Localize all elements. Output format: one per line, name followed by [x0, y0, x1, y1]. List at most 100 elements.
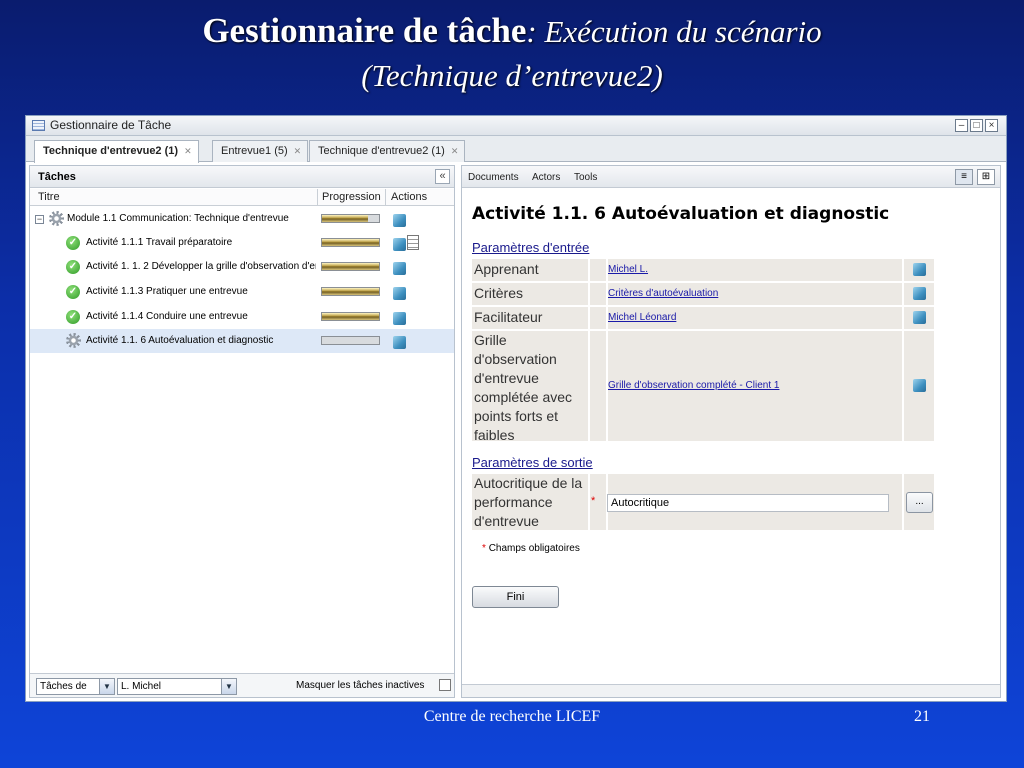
- inputs-heading[interactable]: Paramètres d'entrée: [472, 240, 589, 255]
- menu-actors[interactable]: Actors: [532, 172, 560, 183]
- run-action-cube-icon[interactable]: [393, 312, 406, 325]
- check-icon: ✓: [66, 236, 80, 250]
- param-value-link[interactable]: Critères d'autoévaluation: [608, 288, 718, 299]
- param-label: Autocritique de la performance d'entrevu…: [474, 475, 583, 529]
- document-icon[interactable]: [407, 235, 419, 250]
- horizontal-scrollbar[interactable]: [462, 684, 1000, 697]
- task-row[interactable]: ✓ Activité 1.1.1 Travail préparatoire: [30, 231, 454, 255]
- run-action-cube-icon[interactable]: [393, 336, 406, 349]
- check-icon: ✓: [66, 310, 80, 324]
- tasks-panel-header: Tâches «: [30, 166, 454, 188]
- user-select[interactable]: L. Michel ▼: [117, 678, 237, 695]
- run-action-cube-icon[interactable]: [393, 262, 406, 275]
- required-note-text: Champs obligatoires: [488, 543, 580, 554]
- tab-close-icon[interactable]: ✕: [451, 146, 459, 157]
- menu-documents[interactable]: Documents: [468, 172, 519, 183]
- activity-title: Activité 1.1. 6 Autoévaluation et diagno…: [472, 204, 890, 224]
- hide-inactive-checkbox[interactable]: [439, 679, 451, 691]
- input-parameters-table: Apprenant Michel L. Critères Critères d'…: [472, 259, 934, 443]
- app-icon: [32, 120, 45, 131]
- tab-label: Technique d'entrevue2 (1): [43, 145, 179, 157]
- param-row-autocritique: Autocritique de la performance d'entrevu…: [472, 474, 934, 530]
- column-title[interactable]: Titre: [38, 191, 60, 203]
- column-actions[interactable]: Actions: [391, 191, 427, 203]
- outputs-heading[interactable]: Paramètres de sortie: [472, 455, 593, 470]
- task-filter-value: Tâches de: [40, 681, 87, 692]
- param-value-link[interactable]: Michel Léonard: [608, 312, 676, 323]
- tasks-panel: Tâches « Titre Progression Actions − Mod…: [29, 165, 455, 698]
- task-row-selected[interactable]: Activité 1.1. 6 Autoévaluation et diagno…: [30, 329, 454, 353]
- done-button[interactable]: Fini: [472, 586, 559, 608]
- browse-button[interactable]: ...: [906, 492, 933, 513]
- tab-technique-entrevue2[interactable]: Technique d'entrevue2 (1) ✕: [309, 140, 466, 162]
- task-filter-select[interactable]: Tâches de ▼: [36, 678, 115, 695]
- maximize-button[interactable]: □: [970, 119, 983, 132]
- window-titlebar: Gestionnaire de Tâche – □ ×: [26, 116, 1006, 136]
- run-action-cube-icon[interactable]: [393, 214, 406, 227]
- param-action-cube-icon[interactable]: [913, 311, 926, 324]
- task-name: Activité 1.1.4 Conduire une entrevue: [86, 311, 248, 322]
- tasks-panel-title: Tâches: [38, 171, 76, 183]
- param-value-link[interactable]: Michel L.: [608, 264, 648, 275]
- progress-fill: [322, 288, 379, 295]
- param-action-cube-icon[interactable]: [913, 263, 926, 276]
- progress-fill: [322, 239, 379, 246]
- param-action-cube-icon[interactable]: [913, 379, 926, 392]
- required-fields-note: * Champs obligatoires: [482, 543, 580, 554]
- param-row-criteres: Critères Critères d'autoévaluation: [472, 283, 934, 305]
- tab-label: Technique d'entrevue2 (1): [318, 145, 445, 157]
- autocritique-input[interactable]: [607, 494, 889, 512]
- chevron-down-icon[interactable]: ▼: [99, 679, 114, 694]
- progress-bar: [321, 262, 380, 271]
- user-select-value: L. Michel: [121, 681, 162, 692]
- progress-fill: [322, 263, 379, 270]
- tasks-panel-footer: Tâches de ▼ L. Michel ▼ Masquer les tâch…: [30, 673, 454, 697]
- task-row-module[interactable]: − Module 1.1 Communication: Technique d'…: [30, 207, 454, 231]
- run-action-cube-icon[interactable]: [393, 287, 406, 300]
- slide-title-line2: (Technique d’entrevue2): [361, 58, 663, 93]
- close-button[interactable]: ×: [985, 119, 998, 132]
- required-note-star: *: [482, 543, 486, 554]
- task-name: Activité 1.1. 6 Autoévaluation et diagno…: [86, 335, 274, 346]
- tab-close-icon[interactable]: ✕: [184, 146, 192, 157]
- param-row-apprenant: Apprenant Michel L.: [472, 259, 934, 281]
- task-name: Activité 1. 1. 2 Développer la grille d'…: [86, 261, 316, 272]
- collapse-toggle-icon[interactable]: −: [35, 215, 44, 224]
- slide-title-line1: Gestionnaire de tâche: Exécution du scén…: [0, 10, 1024, 53]
- run-action-cube-icon[interactable]: [393, 238, 406, 251]
- param-label: Critères: [474, 285, 524, 301]
- list-view-icon[interactable]: ≡: [955, 169, 973, 185]
- column-progress[interactable]: Progression: [322, 191, 381, 203]
- hide-inactive-label: Masquer les tâches inactives: [296, 680, 425, 691]
- gear-icon: [66, 333, 81, 348]
- minimize-button[interactable]: –: [955, 119, 968, 132]
- detail-toolbar: Documents Actors Tools ≡ ⊞: [462, 166, 1000, 188]
- tab-close-icon[interactable]: ✕: [294, 146, 302, 157]
- param-action-cube-icon[interactable]: [913, 287, 926, 300]
- column-separator[interactable]: [385, 189, 386, 206]
- chevron-down-icon[interactable]: ▼: [221, 679, 236, 694]
- task-row[interactable]: ✓ Activité 1. 1. 2 Développer la grille …: [30, 255, 454, 279]
- column-separator[interactable]: [317, 189, 318, 206]
- slide-title: Gestionnaire de tâche: Exécution du scén…: [0, 0, 1024, 100]
- tab-technique-entrevue2-active[interactable]: Technique d'entrevue2 (1) ✕: [34, 140, 199, 163]
- task-manager-window: Gestionnaire de Tâche – □ × Technique d'…: [25, 115, 1007, 702]
- slide-title-italic: : Exécution du scénario: [526, 14, 822, 49]
- task-row[interactable]: ✓ Activité 1.1.3 Pratiquer une entrevue: [30, 280, 454, 304]
- collapse-panel-button[interactable]: «: [435, 169, 450, 184]
- tasks-column-headers: Titre Progression Actions: [30, 189, 454, 206]
- progress-fill: [322, 313, 379, 320]
- menu-tools[interactable]: Tools: [574, 172, 597, 183]
- progress-fill: [322, 215, 368, 222]
- progress-bar: [321, 312, 380, 321]
- output-parameters-table: Autocritique de la performance d'entrevu…: [472, 474, 934, 530]
- slide-title-bold: Gestionnaire de tâche: [202, 11, 527, 50]
- param-label: Grille d'observation d'entrevue complété…: [474, 332, 573, 443]
- slide-footer: Centre de recherche LICEF: [423, 708, 601, 725]
- param-row-facilitateur: Facilitateur Michel Léonard: [472, 307, 934, 329]
- task-row[interactable]: ✓ Activité 1.1.4 Conduire une entrevue: [30, 305, 454, 329]
- grid-view-icon[interactable]: ⊞: [977, 169, 995, 185]
- window-title: Gestionnaire de Tâche: [50, 118, 172, 132]
- param-value-link[interactable]: Grille d'observation complété - Client 1: [608, 380, 779, 391]
- tab-entrevue1[interactable]: Entrevue1 (5) ✕: [212, 140, 309, 162]
